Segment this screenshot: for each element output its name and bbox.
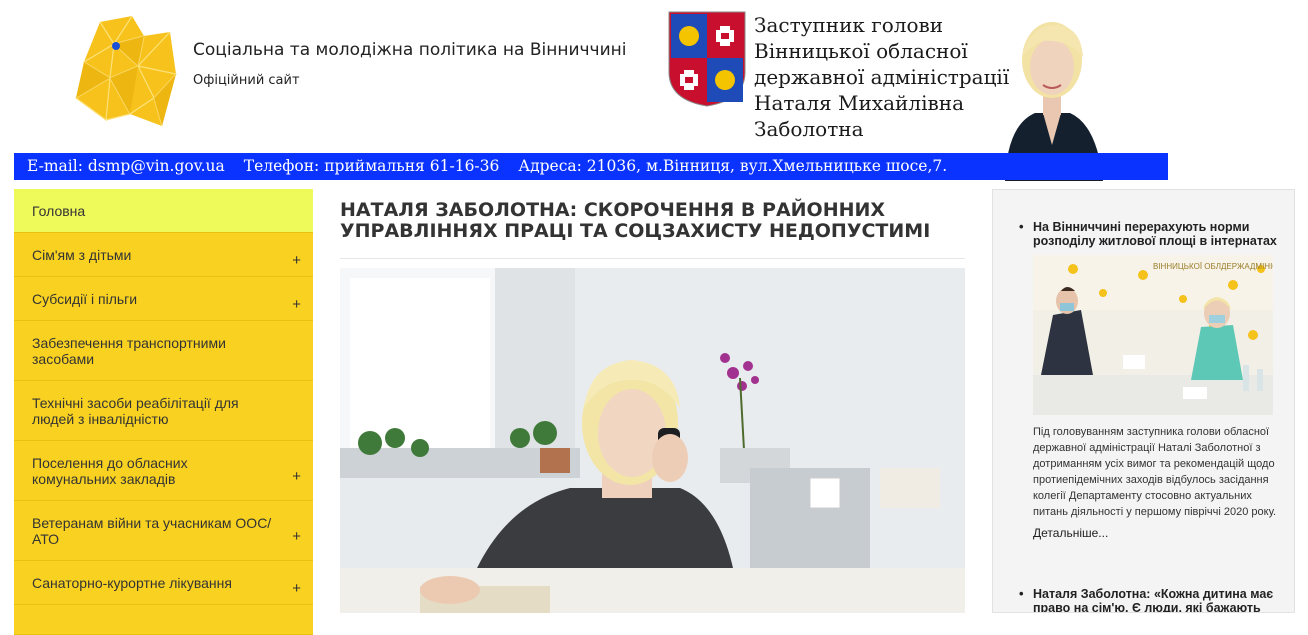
sidebar-item-label: Ветеранам війни та учасникам ООС/АТО [32,514,272,547]
news-photo: ВІННИЦЬКОЇ ОБЛДЕРЖАДМІНІСТРАЦІЇ [1033,255,1294,415]
site-logo-icon[interactable] [70,14,178,130]
sidebar-item-sanatorium[interactable]: Санаторно-курортне лікування + [14,561,313,605]
sidebar-item-label: Забезпечення транспортними засобами [32,334,226,367]
sidebar-item-label: Поселення до обласних комунальних заклад… [32,454,188,487]
site-title[interactable]: Соціальна та молодіжна політика на Вінни… [193,40,626,60]
news-item: На Вінниччині перерахують норми розподіл… [1019,220,1294,540]
expand-plus-icon[interactable]: + [292,296,301,313]
article: НАТАЛЯ ЗАБОЛОТНА: СКОРОЧЕННЯ В РАЙОННИХ … [340,200,965,613]
deputy-line: Вінницької обласної [754,39,968,63]
sidebar-item-next[interactable] [14,605,313,635]
news-item: Наталя Заболотна: «Кожна дитина має прав… [1019,587,1278,612]
contact-email[interactable]: E-mail: dsmp@vin.gov.ua [27,157,225,175]
deputy-line: Заболотна [754,117,864,141]
contact-bar: E-mail: dsmp@vin.gov.ua Телефон: приймал… [14,153,1168,180]
expand-plus-icon[interactable]: + [292,252,301,269]
sidebar-item-label: Технічні засоби реабілітації для людей з… [32,394,239,427]
sidebar-item-veterans[interactable]: Ветеранам війни та учасникам ООС/АТО + [14,501,313,561]
news-title[interactable]: На Вінниччині перерахують норми розподіл… [1019,220,1278,248]
sidebar-item-rehab-means[interactable]: Технічні засоби реабілітації для людей з… [14,381,313,441]
sidebar-item-subsidies[interactable]: Субсидії і пільги + [14,277,313,321]
deputy-line: Заступник голови [754,13,944,37]
sidebar-item-label: Сім'ям з дітьми [32,246,132,263]
sidebar-item-home[interactable]: Головна [14,189,313,233]
article-photo [340,268,965,613]
sidebar-item-families[interactable]: Сім'ям з дітьми + [14,233,313,277]
sidebar-menu: Головна Сім'ям з дітьми + Субсидії і піл… [14,189,313,635]
deputy-title: Заступник голови Вінницької обласної дер… [754,12,1014,142]
sidebar-item-label: Санаторно-курортне лікування [32,574,232,591]
news-sidebar: На Вінниччині перерахують норми розподіл… [992,189,1295,613]
news-photo-banner-text: ВІННИЦЬКОЇ ОБЛДЕРЖАДМІНІСТРАЦІЇ [1153,262,1273,271]
site-header: Соціальна та молодіжна політика на Вінни… [0,0,1308,185]
sidebar-item-label: Головна [32,202,86,219]
expand-plus-icon[interactable]: + [292,580,301,597]
deputy-line: Наталя Михайлівна [754,91,964,115]
contact-address: Адреса: 21036, м.Вінниця, вул.Хмельницьк… [518,157,948,175]
news-more-link[interactable]: Детальніше... [1033,526,1278,540]
contact-phone: Телефон: приймальня 61-16-36 [243,157,500,175]
expand-plus-icon[interactable]: + [292,528,301,545]
article-title[interactable]: НАТАЛЯ ЗАБОЛОТНА: СКОРОЧЕННЯ В РАЙОННИХ … [340,200,965,259]
deputy-line: державної адміністрації [754,65,1010,89]
sidebar-item-settlement[interactable]: Поселення до обласних комунальних заклад… [14,441,313,501]
site-subtitle: Офіційний сайт [193,73,300,88]
sidebar-item-label: Субсидії і пільги [32,290,138,307]
expand-plus-icon[interactable]: + [292,468,301,485]
news-text: Під головуванням заступника голови облас… [1033,426,1277,518]
sidebar-item-transport[interactable]: Забезпечення транспортними засобами [14,321,313,381]
coat-of-arms-icon [668,11,746,107]
news-title[interactable]: Наталя Заболотна: «Кожна дитина має прав… [1019,587,1278,612]
